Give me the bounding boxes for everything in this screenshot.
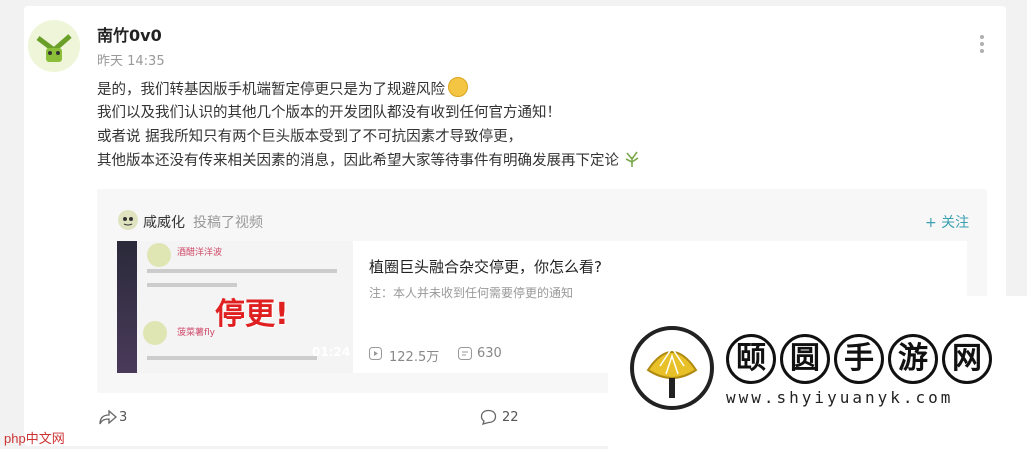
- thumbnail-avatar: [147, 243, 171, 267]
- thumbnail-avatar: [143, 321, 167, 345]
- play-count-icon: [369, 347, 382, 360]
- repost-avatar[interactable]: [118, 210, 138, 230]
- thumbnail-text-line: [147, 269, 337, 273]
- thumbnail-side-art: [117, 241, 137, 373]
- thumbnail-name: 酒醋洋洋波: [177, 248, 223, 258]
- thumbnail-text-line: [147, 283, 237, 287]
- thumbnail-text-line: [147, 356, 317, 360]
- watermark-char: 游: [888, 334, 938, 384]
- video-thumbnail[interactable]: 酒醋洋洋波 菠菜薯fly 停更! 01:24: [117, 241, 353, 373]
- watermark-url: www.shyiyuanyk.com: [726, 388, 954, 407]
- repost-author[interactable]: 咸威化: [143, 212, 185, 232]
- danmaku-icon: [458, 347, 472, 360]
- follow-button[interactable]: + 关注: [925, 212, 969, 232]
- view-count: 122.5万: [389, 350, 440, 365]
- watermark-char: 颐: [726, 334, 776, 384]
- watermark-char: 网: [942, 334, 992, 384]
- video-duration: 01:24: [312, 345, 351, 359]
- more-options-icon[interactable]: [974, 32, 990, 54]
- thumbnail-stop-text: 停更!: [215, 297, 289, 332]
- avatar[interactable]: [28, 20, 80, 72]
- watermark-logo-icon: [630, 326, 714, 410]
- thumbnail-name: 菠菜薯fly: [177, 328, 215, 338]
- post-line: 其他版本还没有传来相关因素的消息，因此希望大家等待事件有明确发展再下定论: [97, 149, 641, 173]
- post-body: 是的，我们转基因版手机端暂定停更只是为了规避风险 我们以及我们认识的其他几个版本…: [97, 77, 641, 173]
- post-line: 是的，我们转基因版手机端暂定停更只是为了规避风险: [97, 77, 641, 101]
- sprout-emoji-icon: [625, 151, 639, 167]
- sweat-smile-emoji-icon: [448, 77, 468, 97]
- watermark-char: 圆: [780, 334, 830, 384]
- post-time: 昨天 14:35: [97, 54, 165, 69]
- comment-count[interactable]: 22: [502, 410, 519, 425]
- repost-action-text: 投稿了视频: [193, 215, 263, 231]
- video-title[interactable]: 植圈巨头融合杂交停更，你怎么看?: [369, 256, 602, 277]
- post-line: 或者说 据我所知只有两个巨头版本受到了不可抗因素才导致停更，: [97, 129, 523, 145]
- watermark-title: 颐圆手游网: [726, 334, 996, 384]
- post-line: 我们以及我们认识的其他几个版本的开发团队都没有收到任何官方通知！: [97, 105, 561, 121]
- watermark: 颐圆手游网 www.shyiyuanyk.com: [608, 296, 1027, 449]
- php-watermark-badge: php中文网: [4, 431, 65, 446]
- share-icon[interactable]: [99, 409, 117, 425]
- danmaku-count: 630: [477, 346, 502, 361]
- watermark-char: 手: [834, 334, 884, 384]
- username[interactable]: 南竹0v0: [97, 22, 162, 46]
- comment-icon[interactable]: [480, 409, 497, 425]
- share-count[interactable]: 3: [119, 410, 127, 425]
- video-note: 注：本人并未收到任何需要停更的通知: [369, 286, 574, 300]
